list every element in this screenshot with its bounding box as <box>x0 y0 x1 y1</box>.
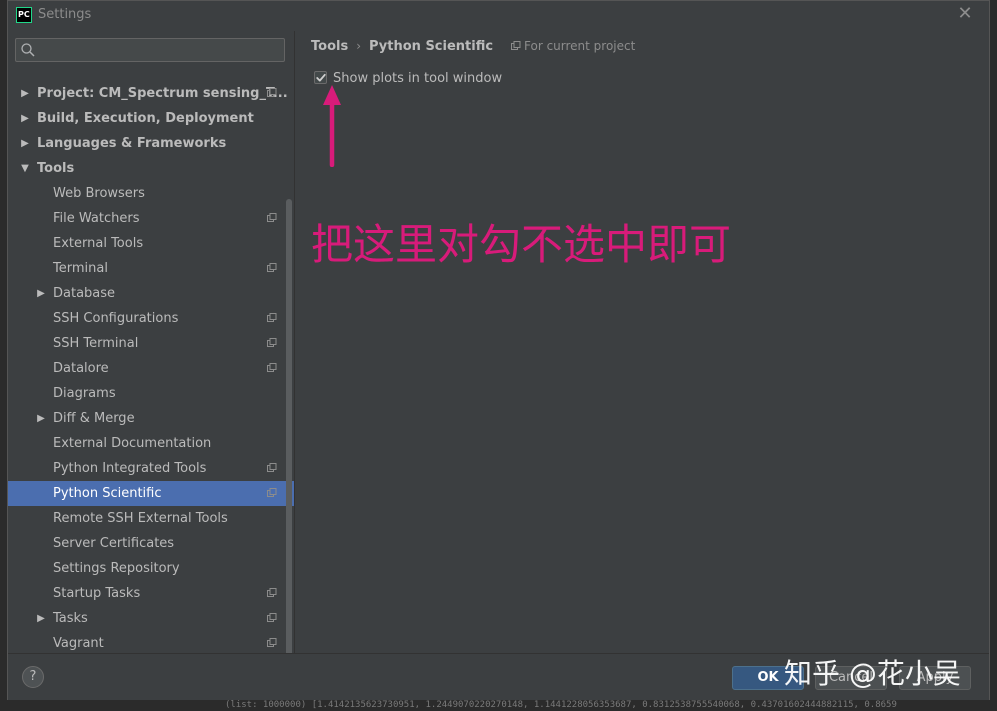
tree-item-label: Datalore <box>53 361 109 376</box>
settings-tree: ▶ Project: CM_Spectrum sensing_T... ▶ Build… <box>8 81 294 656</box>
collapsed-arrow-icon[interactable]: ▶ <box>20 81 30 106</box>
collapsed-arrow-icon[interactable]: ▶ <box>36 606 46 631</box>
tree-item-build-execution-deployment[interactable]: ▶ Build, Execution, Deployment <box>8 106 294 131</box>
sidebar-scrollbar[interactable] <box>286 199 292 683</box>
tree-item-label: Diff & Merge <box>53 411 135 426</box>
expanded-arrow-icon[interactable]: ▼ <box>20 156 30 181</box>
project-scope-icon <box>267 313 277 322</box>
breadcrumb-parent[interactable]: Tools <box>311 39 348 54</box>
tree-item-label: SSH Terminal <box>53 336 139 351</box>
tree-item-startup-tasks[interactable]: Startup Tasks <box>8 581 294 606</box>
tree-item-label: Diagrams <box>53 386 116 401</box>
breadcrumb-separator: › <box>356 39 362 53</box>
search-input[interactable] <box>40 41 284 61</box>
collapsed-arrow-icon[interactable]: ▶ <box>20 131 30 156</box>
tree-item-label: Server Certificates <box>53 536 175 551</box>
tree-item-label: Build, Execution, Deployment <box>37 111 254 126</box>
project-scope-icon <box>267 263 277 272</box>
breadcrumb: Tools › Python Scientific <box>311 37 493 55</box>
tree-item-label: Remote SSH External Tools <box>53 511 228 526</box>
tree-item-label: Startup Tasks <box>53 586 141 601</box>
tree-item-tasks[interactable]: ▶ Tasks <box>8 606 294 631</box>
scope-hint-text: For current project <box>524 39 636 53</box>
project-scope-icon <box>267 338 277 347</box>
tree-item-python-integrated-tools[interactable]: Python Integrated Tools <box>8 456 294 481</box>
project-scope-icon <box>511 41 521 50</box>
tree-item-label: Tools <box>37 161 75 176</box>
tree-item-server-certificates[interactable]: Server Certificates <box>8 531 294 556</box>
window-title: Settings <box>38 7 92 22</box>
show-plots-label: Show plots in tool window <box>333 71 503 86</box>
search-icon <box>21 43 35 57</box>
tree-item-python-scientific[interactable]: Python Scientific <box>8 481 294 506</box>
settings-content-panel: Tools › Python Scientific For current proj… <box>295 31 989 653</box>
project-scope-icon <box>267 463 277 472</box>
tree-item-label: Python Scientific <box>53 486 162 501</box>
tree-item-label: Languages & Frameworks <box>37 136 227 151</box>
tree-item-diff-merge[interactable]: ▶ Diff & Merge <box>8 406 294 431</box>
tree-item-label: External Documentation <box>53 436 212 451</box>
tree-item-external-documentation[interactable]: External Documentation <box>8 431 294 456</box>
tree-item-ssh-configurations[interactable]: SSH Configurations <box>8 306 294 331</box>
collapsed-arrow-icon[interactable]: ▶ <box>36 281 46 306</box>
settings-sidebar: ▶ Project: CM_Spectrum sensing_T... ▶ Build… <box>8 31 294 683</box>
breadcrumb-current: Python Scientific <box>369 39 494 54</box>
tree-item-languages-frameworks[interactable]: ▶ Languages & Frameworks <box>8 131 294 156</box>
watermark: 知乎 @花小吴 <box>784 657 961 690</box>
tree-item-tools[interactable]: ▼ Tools <box>8 156 294 181</box>
tree-item-terminal[interactable]: Terminal <box>8 256 294 281</box>
tree-item-label: Terminal <box>53 261 108 276</box>
project-scope-icon <box>267 363 277 372</box>
annotation-arrow <box>323 85 341 167</box>
background-console-strip: (list: 1000000) [1.4142135623730951, 1.2… <box>0 700 997 711</box>
annotation-text: 把这里对勾不选中即可 <box>311 220 732 269</box>
scope-hint: For current project <box>511 37 635 55</box>
project-scope-icon <box>267 488 277 497</box>
tree-item-database[interactable]: ▶ Database <box>8 281 294 306</box>
tree-item-label: Database <box>53 286 116 301</box>
tree-item-diagrams[interactable]: Diagrams <box>8 381 294 406</box>
tree-item-file-watchers[interactable]: File Watchers <box>8 206 294 231</box>
tree-item-label: Settings Repository <box>53 561 180 576</box>
background-console-text: (list: 1000000) [1.4142135623730951, 1.2… <box>225 700 897 710</box>
tree-item-label: External Tools <box>53 236 144 251</box>
project-scope-icon <box>267 613 277 622</box>
help-button[interactable]: ? <box>22 666 44 688</box>
tree-item-label: SSH Configurations <box>53 311 179 326</box>
tree-item-remote-ssh-external-tools[interactable]: Remote SSH External Tools <box>8 506 294 531</box>
collapsed-arrow-icon[interactable]: ▶ <box>20 106 30 131</box>
title-bar: PC Settings ✕ <box>8 1 989 31</box>
tree-item-settings-repository[interactable]: Settings Repository <box>8 556 294 581</box>
collapsed-arrow-icon[interactable]: ▶ <box>36 406 46 431</box>
tree-item-label: Tasks <box>53 611 88 626</box>
tree-item-project-cm-spectrum-sensing-t[interactable]: ▶ Project: CM_Spectrum sensing_T... <box>8 81 294 106</box>
settings-search-box[interactable] <box>15 38 285 62</box>
tree-item-label: Web Browsers <box>53 186 145 201</box>
tree-item-label: Python Integrated Tools <box>53 461 207 476</box>
pycharm-app-icon: PC <box>16 7 32 23</box>
tree-item-ssh-terminal[interactable]: SSH Terminal <box>8 331 294 356</box>
tree-item-label: File Watchers <box>53 211 140 226</box>
tree-item-web-browsers[interactable]: Web Browsers <box>8 181 294 206</box>
project-scope-icon <box>267 588 277 597</box>
settings-dialog: PC Settings ✕ ▶ Project: CM_Spectrum sens… <box>7 0 990 700</box>
project-scope-icon <box>267 213 277 222</box>
project-scope-icon <box>267 88 277 97</box>
tree-item-datalore[interactable]: Datalore <box>8 356 294 381</box>
project-scope-icon <box>267 638 277 647</box>
tree-item-external-tools[interactable]: External Tools <box>8 231 294 256</box>
tree-item-label: Project: CM_Spectrum sensing_T... <box>37 86 288 101</box>
close-icon[interactable]: ✕ <box>955 4 975 24</box>
